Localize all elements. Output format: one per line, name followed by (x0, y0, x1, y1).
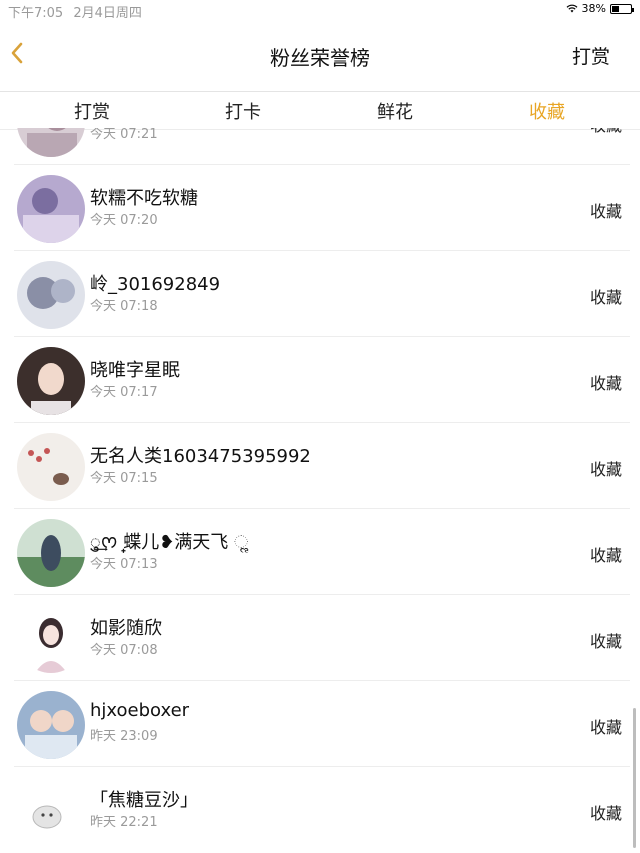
avatar (17, 128, 85, 157)
tab-reward[interactable]: 打赏 (52, 98, 132, 124)
row-divider (14, 508, 630, 509)
list-item[interactable]: 今天 07:21 收藏 (0, 128, 640, 165)
fan-action-label: 收藏 (589, 632, 622, 651)
fan-name: 软糯不吃软糖 (90, 188, 198, 209)
nav-bar: 粉丝荣誉榜 打赏 (0, 18, 640, 90)
avatar (17, 777, 85, 845)
list-item[interactable]: 无名人类1603475395992 今天 07:15 收藏 (0, 424, 640, 509)
fan-name: hjxoeboxer (90, 700, 190, 721)
tab-checkin[interactable]: 打卡 (203, 98, 283, 124)
list-item[interactable]: 岭_301692849 今天 07:18 收藏 (0, 252, 640, 337)
list-item[interactable]: 软糯不吃软糖 今天 07:20 收藏 (0, 166, 640, 251)
fan-time: 今天 07:13 (90, 557, 158, 572)
tab-favorites[interactable]: 收藏 (507, 98, 587, 124)
fan-time: 昨天 22:21 (90, 815, 158, 830)
fan-action-label: 收藏 (590, 128, 622, 136)
avatar (17, 519, 85, 587)
row-divider (14, 250, 630, 251)
list-item[interactable]: hjxoeboxer 昨天 23:09 收藏 (0, 682, 640, 767)
fan-time: 今天 07:15 (90, 471, 158, 486)
fan-time: 今天 07:17 (90, 385, 158, 400)
fan-action-label: 收藏 (589, 804, 622, 823)
fan-action-label: 收藏 (589, 546, 622, 565)
fan-name: 如影随欣 (90, 618, 162, 639)
avatar (17, 261, 85, 329)
fan-action-label: 收藏 (589, 460, 622, 479)
list-item[interactable]: 晓唯字星眠 今天 07:17 收藏 (0, 338, 640, 423)
fan-action-label: 收藏 (589, 202, 622, 221)
tab-bar: 打赏 打卡 鲜花 收藏 (0, 91, 640, 130)
row-divider (14, 422, 630, 423)
row-divider (14, 680, 630, 681)
fan-time: 昨天 23:09 (90, 729, 158, 744)
avatar (17, 691, 85, 759)
list-item[interactable]: 「焦糖豆沙」 昨天 22:21 收藏 (0, 768, 640, 853)
fan-name: 晓唯字星眠 (90, 360, 180, 381)
reward-button[interactable]: 打赏 (572, 42, 610, 69)
battery-percent: 38% (581, 2, 606, 15)
scrollbar[interactable] (633, 708, 636, 848)
fan-name: 「焦糖豆沙」 (90, 790, 198, 811)
fan-time: 今天 07:18 (90, 299, 158, 314)
fan-time: 今天 07:20 (90, 213, 158, 228)
fan-list[interactable]: 今天 07:21 收藏 软糯不吃软糖 今天 07:20 收藏 岭_3016928… (0, 128, 640, 853)
avatar (17, 175, 85, 243)
fan-action-label: 收藏 (589, 288, 622, 307)
avatar (17, 605, 85, 673)
list-item[interactable]: ु͢ᰔ᩠ 蝶儿❥满天飞 ૢ 今天 07:13 收藏 (0, 510, 640, 595)
row-divider (14, 164, 630, 165)
avatar (17, 433, 85, 501)
fan-name: 无名人类1603475395992 (90, 446, 311, 467)
battery-icon (610, 3, 634, 14)
row-divider (14, 594, 630, 595)
list-item[interactable]: 如影随欣 今天 07:08 收藏 (0, 596, 640, 681)
fan-name: 岭_301692849 (90, 274, 221, 295)
tab-flowers[interactable]: 鲜花 (355, 98, 435, 124)
fan-time: 今天 07:08 (90, 643, 158, 658)
status-right: 38% (566, 2, 634, 15)
row-divider (14, 766, 630, 767)
fan-action-label: 收藏 (589, 374, 622, 393)
avatar (17, 347, 85, 415)
row-divider (14, 336, 630, 337)
status-bar: 下午7:05 2月4日周四 38% (0, 0, 640, 21)
fan-time: 今天 07:21 (90, 128, 158, 142)
page-title: 粉丝荣誉榜 (270, 46, 370, 70)
fan-action-label: 收藏 (589, 718, 622, 737)
wifi-icon (566, 4, 577, 13)
